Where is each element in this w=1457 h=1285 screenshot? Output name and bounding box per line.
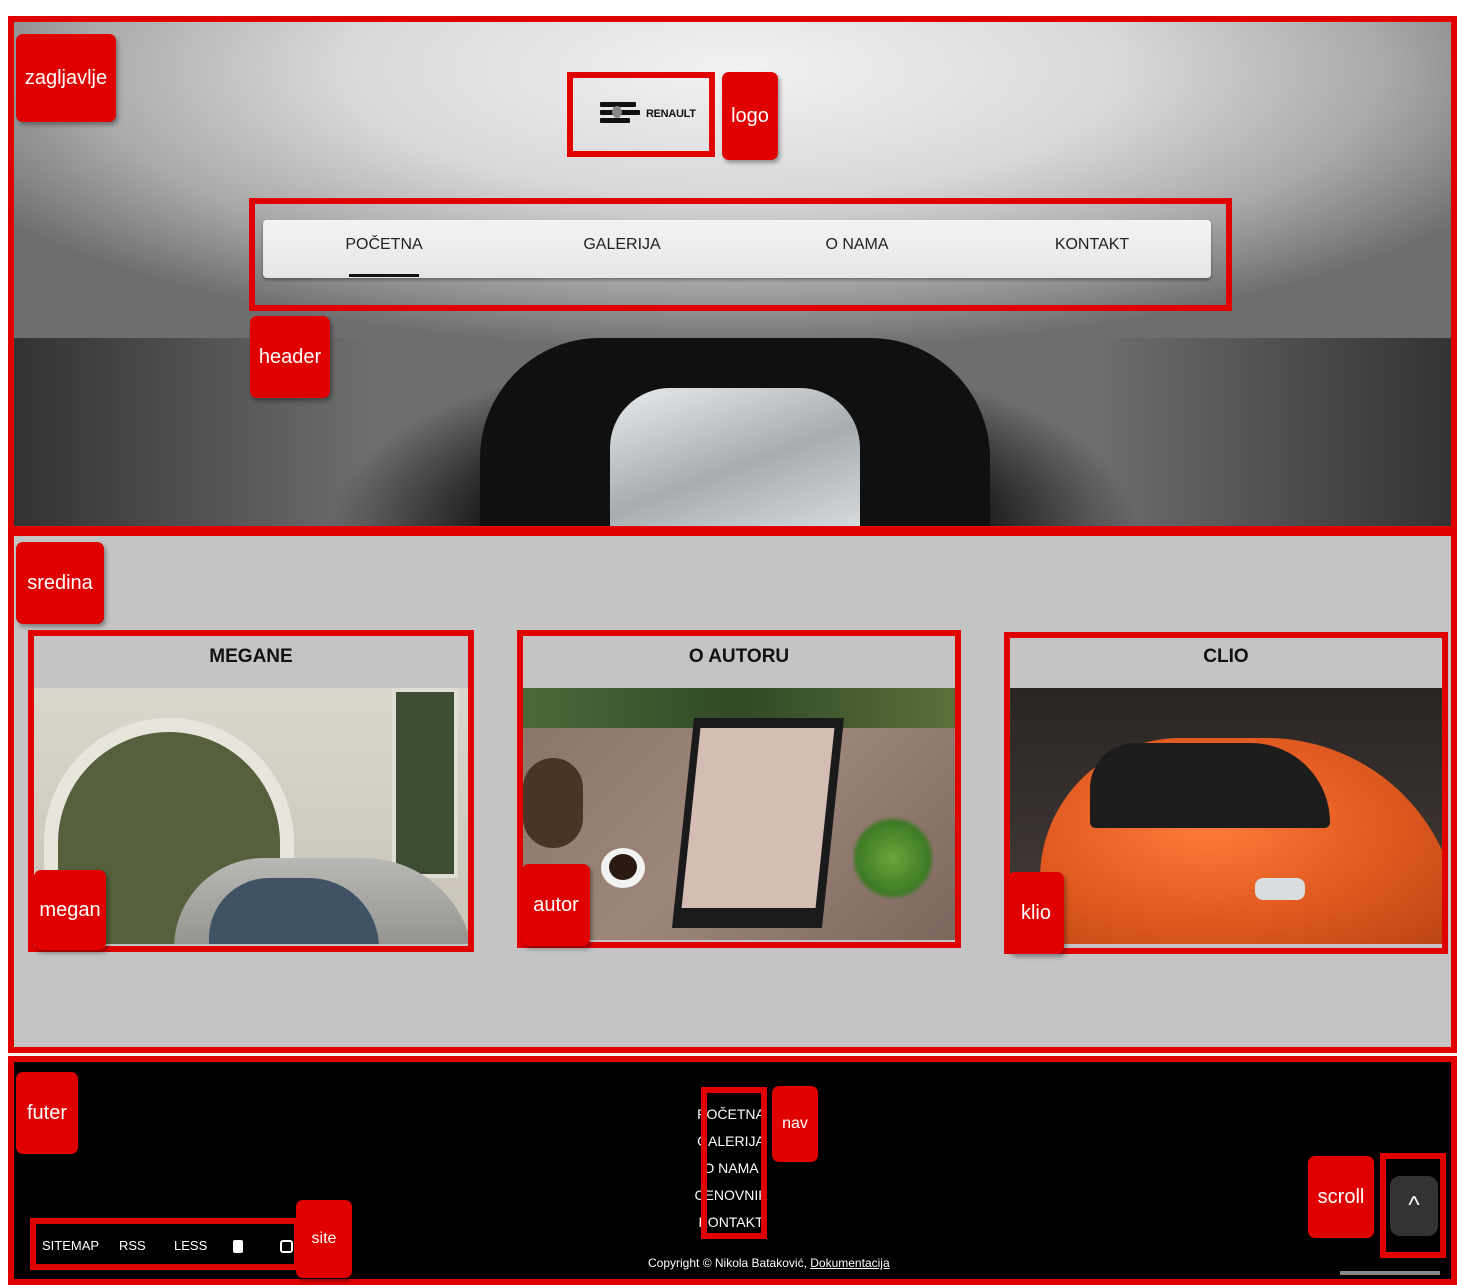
annotation-megan: megan [34, 870, 106, 950]
annotation-scroll: scroll [1308, 1156, 1374, 1238]
annotation-nav: nav [772, 1086, 818, 1162]
annotation-site: site [296, 1200, 352, 1278]
annotation-sredina: sredina [16, 542, 104, 624]
logo-outline [567, 72, 715, 157]
annotation-klio: klio [1008, 872, 1064, 954]
clio-card-outline [1004, 632, 1448, 954]
copyright-text: Copyright © Nikola Bataković, [648, 1256, 807, 1270]
scroll-indicator [1340, 1271, 1440, 1275]
documentation-link[interactable]: Dokumentacija [810, 1256, 889, 1270]
footer-copyright: Copyright © Nikola Bataković, Dokumentac… [648, 1256, 890, 1270]
annotation-logo: logo [722, 72, 778, 160]
footer-site-outline [30, 1218, 300, 1270]
annotation-header: header [250, 316, 330, 398]
annotation-zagljavlje: zagljavlje [16, 34, 116, 122]
header-outline [249, 198, 1232, 311]
footer-nav-outline [701, 1087, 767, 1239]
scroll-outline [1380, 1153, 1446, 1258]
annotation-autor: autor [522, 864, 590, 946]
annotation-futer: futer [16, 1072, 78, 1154]
